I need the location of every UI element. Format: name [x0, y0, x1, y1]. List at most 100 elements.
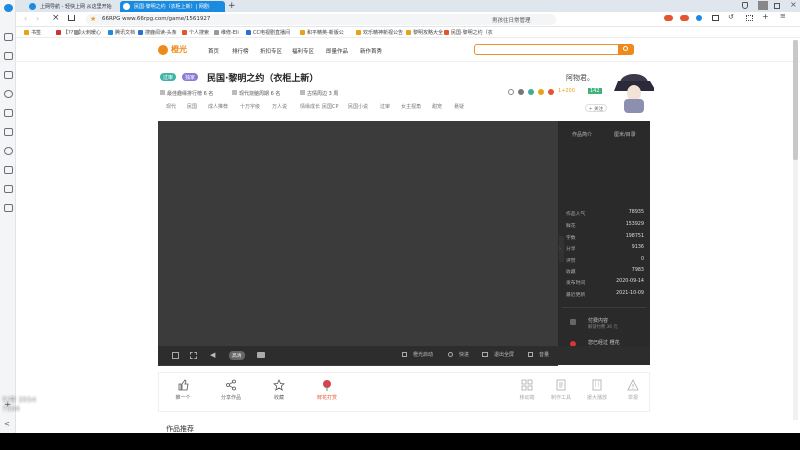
card-icon[interactable] — [4, 128, 13, 136]
sub-tab[interactable]: 万人说 — [272, 103, 287, 110]
maker-tool-button[interactable]: 制作工具 — [541, 379, 581, 401]
sub-tab[interactable]: 民国CP — [322, 103, 339, 110]
bookmark-item[interactable]: 火刺暖心 — [74, 29, 101, 36]
sub-tab[interactable]: 悬疑 — [454, 103, 464, 110]
nav-welfare[interactable]: 福利专区 — [292, 47, 314, 55]
sub-tab[interactable]: 过审 — [380, 103, 390, 110]
stat-row: 发布时间 2020-09-14 — [566, 279, 644, 286]
add-tab-icon[interactable]: + — [762, 12, 769, 21]
bookmark-item[interactable]: 搜鹿阅读-头条 — [138, 29, 177, 36]
ctrl-fast[interactable]: 快进 — [448, 351, 469, 358]
cart-icon[interactable] — [4, 185, 13, 193]
new-tab-icon[interactable]: + — [228, 1, 236, 11]
forward-icon[interactable]: › — [36, 14, 39, 23]
logo-icon — [158, 45, 168, 55]
home-icon[interactable] — [68, 15, 75, 21]
restore-icon[interactable] — [774, 3, 780, 9]
sub-tab[interactable]: 现代 — [166, 103, 176, 110]
badge-icon — [548, 89, 554, 95]
address-right-text[interactable]: 男孩往日常管理 — [492, 16, 531, 24]
follow-button[interactable]: + 关注 — [585, 104, 607, 112]
crop-icon[interactable] — [190, 352, 197, 359]
nav-home[interactable]: 首页 — [208, 47, 219, 55]
shield-icon[interactable] — [742, 2, 748, 9]
action-bar: 推一个 分享作品 收藏 鲜花打赏 移动端 制作工具 援大播放 举报 — [158, 372, 650, 412]
history-icon[interactable] — [4, 52, 13, 60]
bookmark-item[interactable]: 书签 — [24, 29, 41, 36]
star-icon — [273, 379, 285, 391]
sub-tab[interactable]: 十万字级 — [240, 103, 260, 110]
scrollbar-thumb[interactable] — [793, 40, 798, 160]
author-avatar[interactable] — [612, 67, 656, 115]
bookmark-item[interactable]: CC电视剧直播间 — [246, 29, 290, 36]
screen-icon[interactable] — [172, 352, 179, 359]
panel-tab-intro[interactable]: 作品简介 — [572, 131, 592, 138]
speed-button[interactable]: 高清 — [229, 351, 245, 360]
gift-flower-button[interactable]: 鲜花打赏 — [307, 379, 347, 401]
chat-icon[interactable] — [4, 147, 13, 155]
undo-icon[interactable]: ↺ — [728, 13, 734, 21]
bookmark-item[interactable]: 和平精英-新版公 — [300, 29, 344, 36]
like-button[interactable]: 推一个 — [163, 379, 203, 401]
extension-icon-4[interactable] — [712, 15, 719, 21]
back-icon[interactable]: ‹ — [24, 14, 27, 23]
sub-tab[interactable]: 女主视角 — [401, 103, 421, 110]
search-button[interactable] — [618, 44, 634, 55]
bookmark-item[interactable]: 黎明攻略大全 — [406, 29, 443, 36]
vip-badge: 142 — [588, 88, 602, 94]
menu-icon[interactable]: ≡ — [780, 12, 786, 20]
bookmark-item[interactable]: 民国·黎明之约（衣 — [444, 29, 493, 36]
game-player[interactable] — [158, 121, 558, 366]
ctrl-start[interactable]: 橙光启动 — [402, 351, 433, 358]
box-icon[interactable] — [4, 166, 13, 174]
search-icon[interactable] — [4, 90, 13, 98]
nav-discount[interactable]: 折扣专区 — [260, 47, 282, 55]
tab-bar: 上网导航 - 轻快上网 从这里开始 民国·黎明之约（衣柜上新）| 网剧· + × — [16, 0, 800, 12]
ctrl-volume[interactable]: 音量 — [528, 351, 549, 358]
sub-tab[interactable]: 情缘成长 — [300, 103, 320, 110]
sub-tab[interactable]: 成人推荐 — [208, 103, 228, 110]
skin-icon[interactable] — [758, 1, 768, 10]
extension-icon-1[interactable] — [664, 15, 673, 21]
nav-ranking[interactable]: 排行榜 — [232, 47, 249, 55]
reader-icon[interactable] — [4, 71, 13, 79]
ctrl-exit-fullscreen[interactable]: 退出全屏 — [482, 351, 514, 358]
grid-icon[interactable] — [746, 15, 753, 21]
extension-icon-3[interactable] — [696, 15, 702, 21]
sub-tab[interactable]: 民国小说 — [348, 103, 368, 110]
address-bar[interactable]: ★ 66RPG www.66rpg.com/game/1561927 男孩往日常… — [86, 14, 556, 25]
bookmark-item[interactable]: 腾讯文档 — [108, 29, 135, 36]
mail-icon[interactable] — [4, 109, 13, 117]
favorite-button[interactable]: 收藏 — [259, 379, 299, 401]
bookmark-icon[interactable] — [4, 33, 13, 41]
extension-icon-2[interactable] — [680, 15, 689, 21]
nav-new[interactable]: 新作首秀 — [360, 47, 382, 55]
sub-tab[interactable]: 民国 — [187, 103, 197, 110]
nav-works[interactable]: 即量作品 — [326, 47, 348, 55]
bookmark-item[interactable]: 个人搜索 — [182, 29, 209, 36]
caption-icon[interactable] — [257, 352, 265, 358]
document-icon[interactable] — [4, 204, 13, 212]
tab-game[interactable]: 民国·黎明之约（衣柜上新）| 网剧· — [120, 1, 225, 12]
browser-logo-icon[interactable] — [4, 4, 13, 12]
star-icon[interactable]: ★ — [90, 15, 96, 23]
stop-icon[interactable]: × — [52, 13, 60, 23]
sub-tab[interactable]: 甜宠 — [432, 103, 442, 110]
large-play-button[interactable]: 援大播放 — [577, 379, 617, 401]
panel-tab-catalog[interactable]: 厘米/目录 — [614, 131, 636, 138]
site-search-input[interactable] — [474, 44, 634, 55]
panel-toggle-icon[interactable]: › — [559, 236, 564, 262]
collapse-icon[interactable]: < — [4, 420, 10, 428]
tab-nav[interactable]: 上网导航 - 轻快上网 从这里开始 — [26, 1, 126, 12]
volume-icon[interactable]: ◀ — [210, 351, 215, 359]
badge-icon — [518, 89, 524, 95]
bookmark-item[interactable]: 维修-Eli — [214, 29, 239, 36]
address-text: 66RPG www.66rpg.com/game/1561927 — [102, 16, 211, 22]
bookmark-item[interactable]: 欢乐精神新视公告 — [356, 29, 403, 36]
notice-paid[interactable]: 付费内容 解锁付费 36 元 — [566, 317, 646, 331]
author-name[interactable]: 阿物君。 — [566, 73, 594, 83]
share-button[interactable]: 分享作品 — [211, 379, 251, 401]
close-window-icon[interactable]: × — [790, 0, 797, 9]
report-button[interactable]: 举报 — [613, 379, 653, 401]
page-scrollbar[interactable] — [793, 40, 798, 420]
